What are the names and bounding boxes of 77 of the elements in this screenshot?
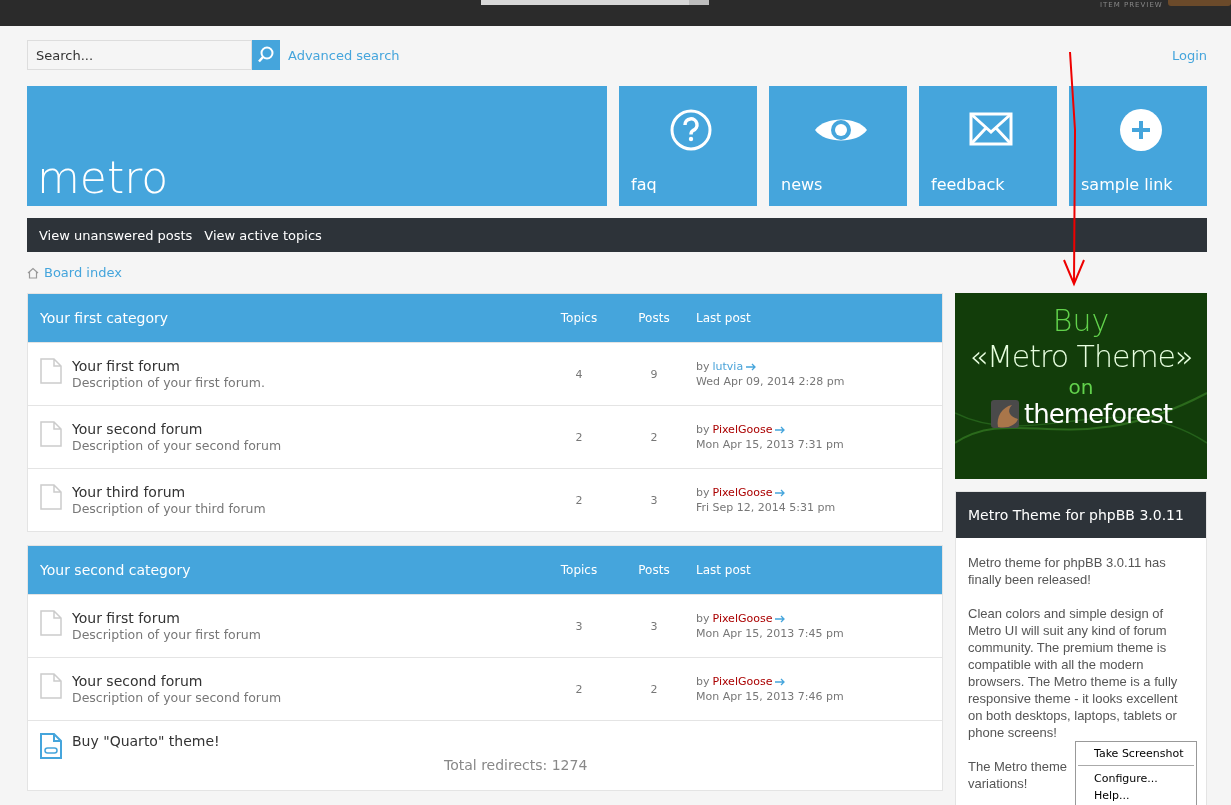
search-field[interactable]: Search... bbox=[27, 40, 252, 70]
panel-paragraph: The Metro theme bbox=[968, 758, 1067, 775]
nav-link[interactable]: View unanswered posts bbox=[39, 227, 193, 243]
envelope-icon bbox=[969, 112, 1013, 146]
topics-count: 2 bbox=[574, 430, 584, 444]
forum-title[interactable]: Your third forum bbox=[72, 484, 266, 500]
document-icon bbox=[40, 484, 62, 510]
post-date: Mon Apr 15, 2013 7:45 pm bbox=[696, 627, 845, 640]
forum-title[interactable]: Buy "Quarto" theme! bbox=[72, 733, 220, 749]
post-date: Mon Apr 15, 2013 7:31 pm bbox=[696, 438, 845, 451]
column-header: Posts bbox=[637, 311, 671, 325]
author-link[interactable]: PixelGoose bbox=[712, 612, 773, 625]
author-link[interactable]: PixelGoose bbox=[712, 675, 773, 688]
search-button[interactable] bbox=[252, 40, 280, 70]
posts-count: 3 bbox=[649, 493, 659, 507]
forum-description: Description of your first forum bbox=[72, 627, 261, 642]
search-icon bbox=[257, 46, 275, 64]
column-header: Last post bbox=[695, 563, 752, 577]
post-date: Wed Apr 09, 2014 2:28 pm bbox=[696, 375, 846, 388]
forum-title[interactable]: Your first forum bbox=[72, 358, 265, 374]
author-link[interactable]: PixelGoose bbox=[712, 423, 773, 436]
document-icon bbox=[40, 673, 62, 699]
banner-text: on bbox=[1068, 375, 1094, 399]
redirect-count: Total redirects: 1274 bbox=[444, 756, 589, 773]
by-label: by bbox=[696, 360, 710, 373]
topics-count: 2 bbox=[574, 682, 584, 696]
forum-description: Description of your second forum bbox=[72, 690, 282, 705]
topics-count: 3 bbox=[574, 619, 584, 633]
arrow-right-icon[interactable] bbox=[775, 614, 787, 623]
arrow-right-icon[interactable] bbox=[775, 425, 787, 434]
posts-count: 2 bbox=[649, 682, 659, 696]
post-date: Fri Sep 12, 2014 5:31 pm bbox=[696, 501, 837, 514]
advert-banner[interactable]: Buy «Metro Theme» on themeforest bbox=[955, 293, 1207, 479]
menu-item[interactable]: Configure... bbox=[1076, 770, 1196, 787]
posts-count: 2 bbox=[649, 430, 659, 444]
panel-paragraph: Clean colors and simple design of Metro UI will suit any kind of forum community. The premium theme is compatible with all the modern browsers. The Metro theme is a fully responsive theme - it looks excellent on both desktops, laptops, tablets or phone screens! bbox=[968, 605, 1179, 741]
document-icon bbox=[40, 358, 62, 384]
forum-title[interactable]: Your second forum bbox=[72, 673, 282, 689]
column-header: Posts bbox=[637, 563, 671, 577]
forum-title[interactable]: Your first forum bbox=[72, 610, 261, 626]
by-label: by bbox=[696, 423, 710, 436]
document-icon bbox=[40, 610, 62, 636]
panel-title: Metro Theme for phpBB 3.0.11 bbox=[968, 507, 1184, 523]
post-date: Mon Apr 15, 2013 7:46 pm bbox=[696, 690, 845, 703]
panel-paragraph: Metro theme for phpBB 3.0.11 has finally been released! bbox=[968, 554, 1167, 588]
logo-text: metro bbox=[37, 156, 169, 200]
topics-count: 4 bbox=[574, 367, 584, 381]
question-icon bbox=[669, 108, 713, 152]
column-header: Topics bbox=[559, 563, 599, 577]
arrow-right-icon[interactable] bbox=[775, 677, 787, 686]
banner-text: Buy bbox=[1052, 303, 1110, 339]
forum-title[interactable]: Your second forum bbox=[72, 421, 282, 437]
menu-item[interactable]: Take Screenshot bbox=[1076, 745, 1196, 762]
panel-paragraph: variations! bbox=[968, 775, 1028, 792]
arrow-right-icon[interactable] bbox=[775, 488, 787, 497]
document-link-icon bbox=[40, 733, 62, 759]
document-icon bbox=[40, 421, 62, 447]
menu-item[interactable]: Help... bbox=[1076, 787, 1196, 804]
column-header: Last post bbox=[695, 311, 752, 325]
posts-count: 9 bbox=[649, 367, 659, 381]
nav-link[interactable]: View active topics bbox=[204, 227, 322, 243]
banner-text: «Metro Theme» bbox=[969, 339, 1193, 375]
by-label: by bbox=[696, 486, 710, 499]
column-header: Topics bbox=[559, 311, 599, 325]
author-link[interactable]: PixelGoose bbox=[712, 486, 773, 499]
home-icon bbox=[27, 266, 39, 279]
topics-count: 2 bbox=[574, 493, 584, 507]
arrow-right-icon[interactable] bbox=[746, 362, 758, 371]
by-label: by bbox=[696, 612, 710, 625]
by-label: by bbox=[696, 675, 710, 688]
brand-text: themeforest bbox=[1024, 399, 1172, 429]
forum-description: Description of your third forum bbox=[72, 501, 266, 516]
posts-count: 3 bbox=[649, 619, 659, 633]
plus-icon bbox=[1119, 108, 1163, 152]
forum-description: Description of your first forum. bbox=[72, 375, 265, 390]
forum-description: Description of your second forum bbox=[72, 438, 282, 453]
leaf-logo-icon bbox=[990, 399, 1021, 429]
